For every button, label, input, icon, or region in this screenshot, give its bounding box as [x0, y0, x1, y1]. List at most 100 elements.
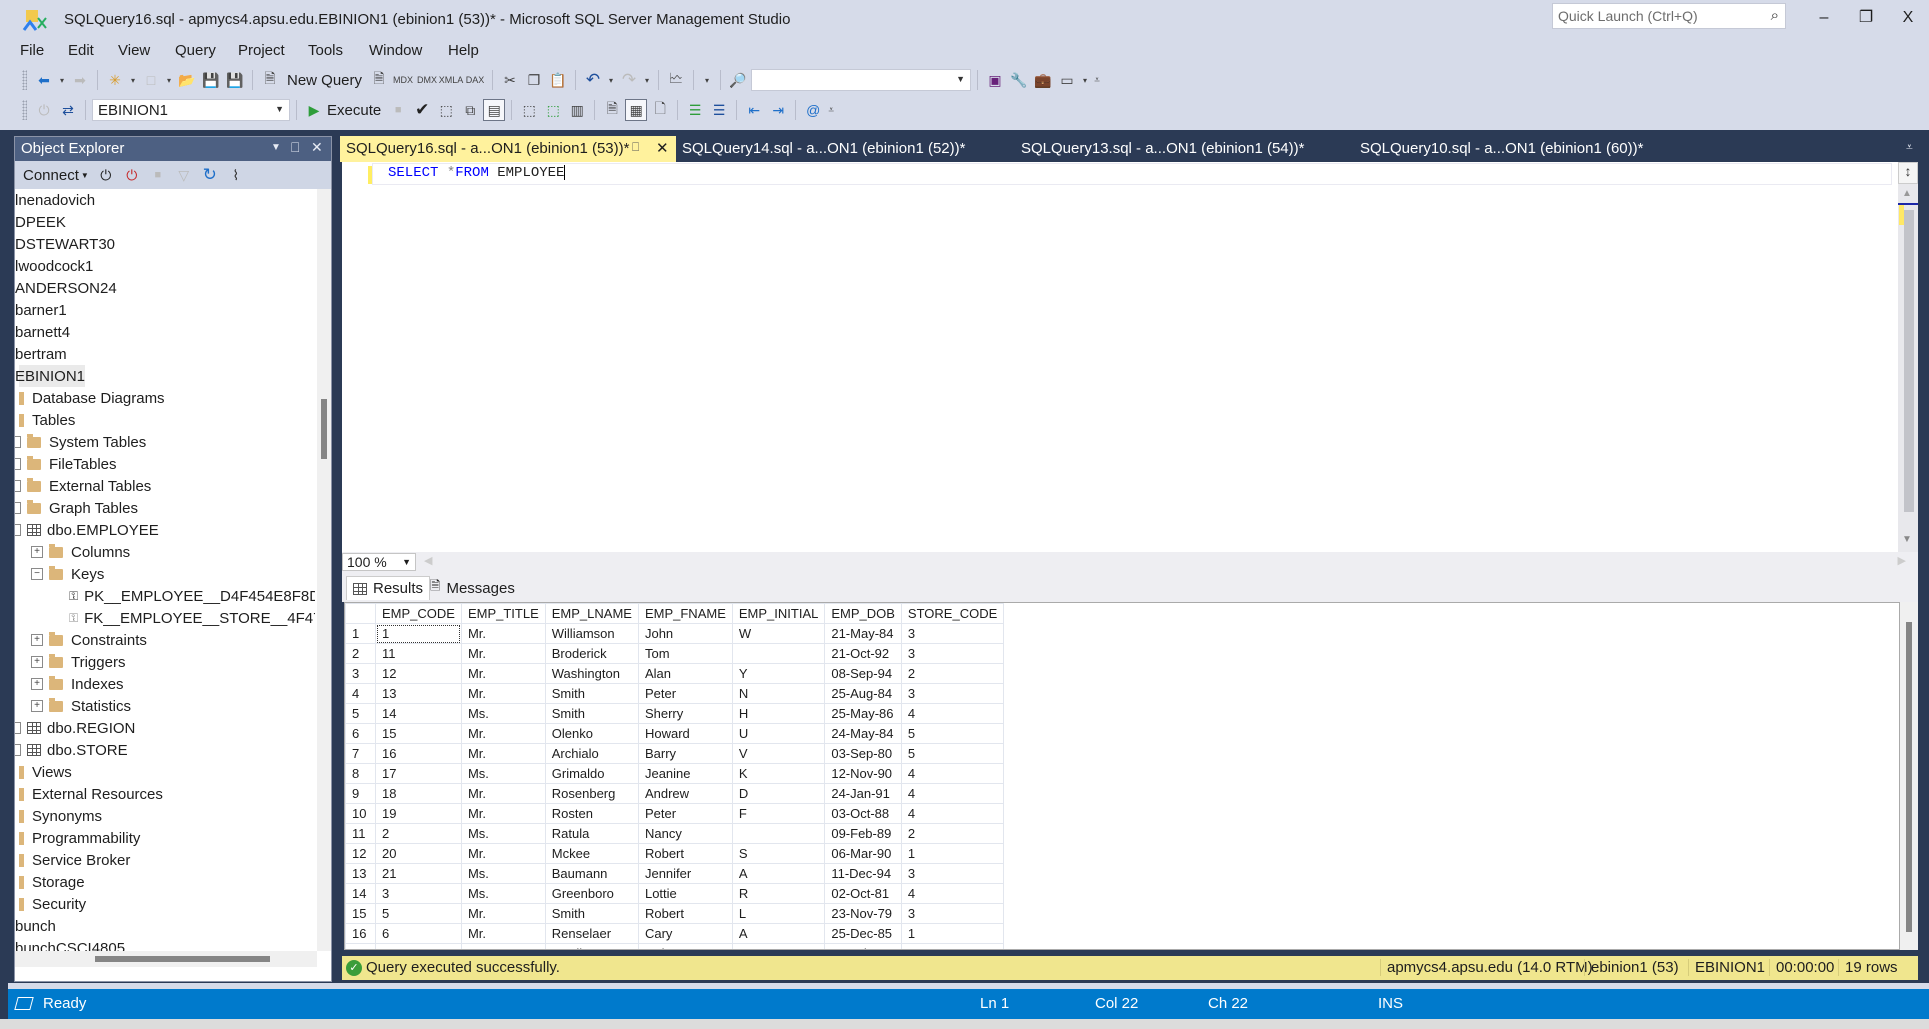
- grid-cell[interactable]: Renselaer: [544, 923, 639, 944]
- toolbar-overflow-icon[interactable]: ⩡: [826, 99, 836, 121]
- database-select[interactable]: EBINION1 ▼: [92, 99, 290, 121]
- tree-node[interactable]: lnenadovich: [15, 189, 95, 211]
- grid-cell[interactable]: Ms.: [460, 883, 546, 904]
- row-number[interactable]: 11: [345, 823, 376, 844]
- grid-cell[interactable]: Rosenberg: [544, 783, 639, 804]
- grid-cell[interactable]: 3: [900, 683, 1005, 704]
- grid-cell[interactable]: Mr.: [460, 743, 546, 764]
- grid-cell[interactable]: 14: [375, 703, 462, 724]
- save-icon[interactable]: 💾: [200, 69, 222, 91]
- toolbar-grip[interactable]: [22, 100, 27, 120]
- grid-vertical-scrollbar[interactable]: [1900, 602, 1918, 950]
- grid-cell[interactable]: Howard: [637, 723, 733, 744]
- grid-cell[interactable]: Mckee: [544, 843, 639, 864]
- copy-icon[interactable]: ❐: [523, 69, 545, 91]
- grid-cell[interactable]: H: [731, 703, 826, 724]
- grid-cell[interactable]: Nancy: [637, 823, 733, 844]
- grid-cell[interactable]: Mr.: [460, 723, 546, 744]
- visual-studio-icon[interactable]: ▣: [984, 69, 1006, 91]
- grid-cell[interactable]: 4: [900, 883, 1005, 904]
- grid-cell[interactable]: Baumann: [544, 863, 639, 884]
- grid-cell[interactable]: 21: [375, 863, 462, 884]
- parse-checkmark-icon[interactable]: ✔: [411, 99, 433, 121]
- table-row[interactable]: 4 13 Mr. Smith Peter N 25-Aug-84 3: [345, 683, 1005, 704]
- dropdown-arrow-icon[interactable]: ▾: [128, 69, 138, 91]
- grid-cell[interactable]: 3: [900, 623, 1005, 644]
- display-estimated-plan-icon[interactable]: ⬚: [435, 99, 457, 121]
- menu-view[interactable]: View: [118, 42, 150, 59]
- grid-cell[interactable]: 19: [375, 803, 462, 824]
- query-options-icon[interactable]: ⧉: [459, 99, 481, 121]
- tree-node[interactable]: bunch: [15, 915, 56, 937]
- tree-node[interactable]: Storage: [19, 871, 85, 893]
- tree-node[interactable]: Service Broker: [19, 849, 130, 871]
- results-to-file-icon[interactable]: 🗋: [649, 99, 671, 121]
- row-number[interactable]: 4: [345, 683, 376, 704]
- grid-cell[interactable]: Ms.: [460, 763, 546, 784]
- tree-node[interactable]: + Triggers: [31, 651, 125, 673]
- expand-icon[interactable]: +: [31, 678, 43, 690]
- table-row[interactable]: 1 1 Mr. Williamson John W 21-May-84 3: [345, 623, 1005, 644]
- grid-cell[interactable]: Mr.: [460, 943, 546, 949]
- grid-cell[interactable]: 12: [375, 663, 462, 684]
- scroll-up-arrow-icon[interactable]: ▲: [1902, 188, 1912, 199]
- redo-icon[interactable]: ↷: [618, 69, 640, 91]
- tree-node[interactable]: + Indexes: [31, 673, 124, 695]
- tree-node[interactable]: FileTables: [15, 453, 117, 475]
- grid-cell[interactable]: 11-Dec-94: [824, 863, 902, 884]
- grid-cell[interactable]: 08-Sep-94: [824, 663, 902, 684]
- grid-cell[interactable]: Barry: [637, 743, 733, 764]
- row-number[interactable]: 14: [345, 883, 376, 904]
- grid-cell[interactable]: 09-Feb-89: [824, 823, 902, 844]
- grid-cell[interactable]: Smith: [544, 703, 639, 724]
- menu-help[interactable]: Help: [448, 42, 479, 59]
- grid-cell[interactable]: 3: [900, 903, 1005, 924]
- tab-sqlquery16[interactable]: SQLQuery16.sql - a...ON1 (ebinion1 (53))…: [340, 136, 676, 162]
- tree-node[interactable]: bertram: [15, 343, 67, 365]
- dmx-query-icon[interactable]: DMX: [416, 69, 438, 91]
- stop-icon[interactable]: ■: [149, 164, 167, 186]
- tree-node[interactable]: DPEEK: [15, 211, 66, 233]
- tab-list-dropdown-icon[interactable]: ⩡: [1906, 140, 1913, 155]
- chevron-down-icon[interactable]: ▼: [81, 171, 89, 180]
- minimize-button[interactable]: –: [1806, 6, 1842, 30]
- split-editor-icon[interactable]: ↕: [1898, 162, 1918, 184]
- results-grid[interactable]: EMP_CODE EMP_TITLE EMP_LNAME EMP_FNAME EMP_I…: [344, 602, 1900, 950]
- grid-cell[interactable]: 02-Oct-81: [824, 883, 902, 904]
- tree-node[interactable]: Graph Tables: [15, 497, 138, 519]
- row-number[interactable]: 10: [345, 803, 376, 824]
- grid-cell[interactable]: Smith: [544, 903, 639, 924]
- tab-sqlquery10[interactable]: SQLQuery10.sql - a...ON1 (ebinion1 (60))…: [1354, 136, 1649, 162]
- table-row[interactable]: 7 16 Mr. Archialo Barry V 03-Sep-80 5: [345, 743, 1005, 764]
- tree-node[interactable]: Security: [19, 893, 86, 915]
- code-line-1[interactable]: SELECT *FROM EMPLOYEE: [388, 165, 566, 181]
- grid-cell[interactable]: 24-Jan-91: [824, 783, 902, 804]
- scroll-right-arrow-icon[interactable]: ▶: [1898, 554, 1906, 567]
- navigate-forward-icon[interactable]: ➡: [69, 69, 91, 91]
- grid-cell[interactable]: Smith: [544, 683, 639, 704]
- grid-cell[interactable]: Archialo: [544, 743, 639, 764]
- toolbar-overflow-icon[interactable]: ⩡: [1092, 69, 1102, 91]
- row-number[interactable]: 6: [345, 723, 376, 744]
- table-row[interactable]: 9 18 Mr. Rosenberg Andrew D 24-Jan-91 4: [345, 783, 1005, 804]
- grid-cell[interactable]: Tom: [637, 643, 733, 664]
- grid-cell[interactable]: Mr.: [460, 643, 546, 664]
- grid-cell[interactable]: 1: [900, 843, 1005, 864]
- grid-cell[interactable]: Olenko: [544, 723, 639, 744]
- quick-launch-input[interactable]: Quick Launch (Ctrl+Q) ⌕: [1552, 3, 1786, 29]
- grid-cell[interactable]: Cary: [637, 923, 733, 944]
- grid-cell[interactable]: 15: [375, 723, 462, 744]
- scroll-down-arrow-icon[interactable]: ▼: [1902, 534, 1912, 545]
- grid-cell[interactable]: 5: [375, 903, 462, 924]
- grid-cell[interactable]: Greenboro: [544, 883, 639, 904]
- grid-cell[interactable]: 17: [375, 763, 462, 784]
- find-combo[interactable]: ▼: [751, 69, 972, 91]
- dropdown-arrow-icon[interactable]: ▾: [57, 69, 67, 91]
- execute-button[interactable]: Execute: [327, 102, 381, 119]
- grid-cell[interactable]: Mr.: [460, 663, 546, 684]
- results-to-text-icon[interactable]: 🗎: [601, 99, 623, 121]
- tree-vertical-scrollbar[interactable]: [317, 189, 331, 951]
- tree-node[interactable]: dbo.EMPLOYEE: [15, 519, 159, 541]
- grid-cell[interactable]: 06-Mar-90: [824, 843, 902, 864]
- close-window-button[interactable]: X: [1890, 6, 1926, 30]
